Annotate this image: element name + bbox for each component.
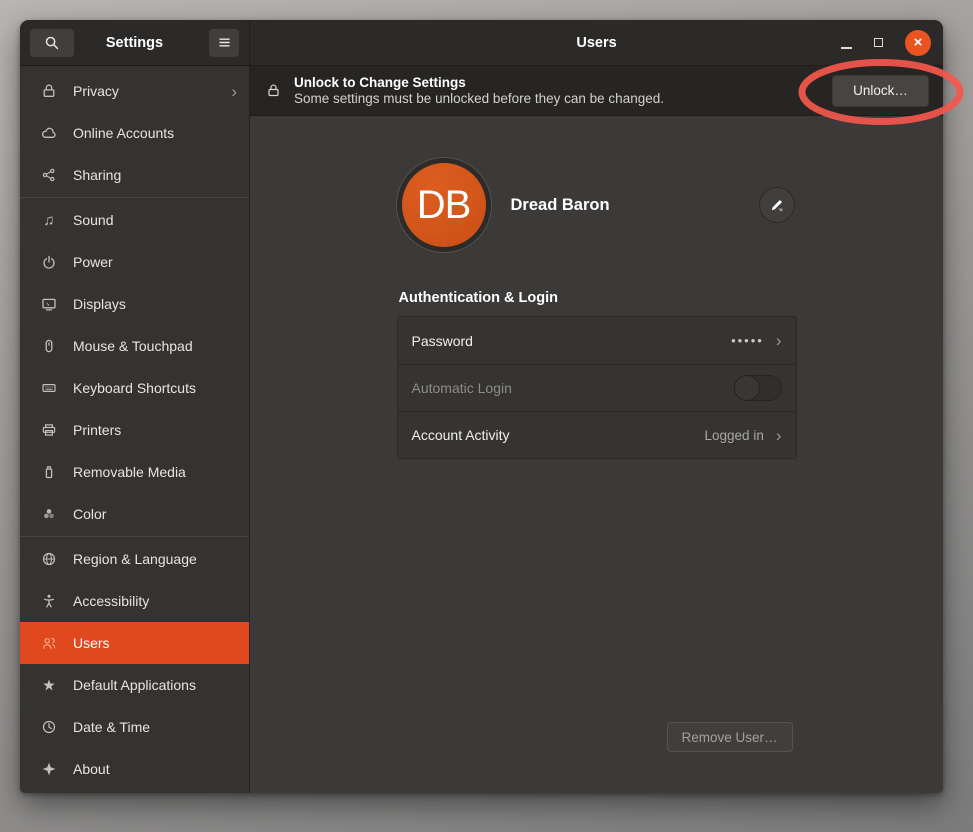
auth-listbox: Password ••••• › Automatic Login Account… (397, 316, 797, 459)
sidebar-separator (20, 197, 249, 198)
sidebar-item-label: Sharing (73, 167, 237, 183)
sidebar-item-privacy[interactable]: Privacy › (20, 70, 249, 112)
sidebar-item-online-accounts[interactable]: Online Accounts (20, 112, 249, 154)
sidebar-item-label: Power (73, 254, 237, 270)
sidebar-item-label: Printers (73, 422, 237, 438)
sidebar-item-power[interactable]: Power (20, 241, 249, 283)
sidebar-item-label: Users (73, 635, 237, 651)
account-activity-row[interactable]: Account Activity Logged in › (398, 411, 796, 458)
globe-icon (40, 550, 58, 568)
banner-title: Unlock to Change Settings (294, 75, 664, 90)
chevron-right-icon: › (776, 332, 782, 349)
music-note-icon: ♫ (40, 211, 58, 229)
printer-icon (40, 421, 58, 439)
content-header: Users × (250, 20, 943, 65)
sidebar-item-label: Region & Language (73, 551, 237, 567)
remove-user-button[interactable]: Remove User… (667, 722, 793, 752)
sidebar-item-about[interactable]: About (20, 748, 249, 790)
headerbar: Settings Users × (20, 20, 943, 66)
minimize-button[interactable] (841, 47, 852, 49)
lock-icon (266, 83, 281, 98)
sidebar-item-color[interactable]: Color (20, 493, 249, 535)
lock-icon (40, 82, 58, 100)
search-icon (44, 35, 60, 51)
sidebar-header: Settings (20, 20, 250, 65)
sidebar-item-removable-media[interactable]: Removable Media (20, 451, 249, 493)
content-column: DB Dread Baron Authentication & Login Pa… (397, 116, 797, 793)
automatic-login-row: Automatic Login (398, 364, 796, 411)
keyboard-icon (40, 379, 58, 397)
sidebar-item-date-time[interactable]: Date & Time (20, 706, 249, 748)
sidebar-item-region-language[interactable]: Region & Language (20, 538, 249, 580)
section-title: Authentication & Login (399, 290, 797, 306)
sidebar-item-keyboard-shortcuts[interactable]: Keyboard Shortcuts (20, 367, 249, 409)
maximize-button[interactable] (874, 38, 883, 47)
automatic-login-toggle[interactable] (734, 375, 782, 401)
chevron-right-icon: › (776, 427, 782, 444)
sidebar-item-label: Keyboard Shortcuts (73, 380, 237, 396)
users-panel: DB Dread Baron Authentication & Login Pa… (250, 116, 943, 793)
color-icon (40, 505, 58, 523)
banner-subtitle: Some settings must be unlocked before th… (294, 91, 664, 106)
users-icon (40, 634, 58, 652)
share-icon (40, 166, 58, 184)
sidebar-item-label: Color (73, 506, 237, 522)
sidebar-item-mouse-touchpad[interactable]: Mouse & Touchpad (20, 325, 249, 367)
power-icon (40, 253, 58, 271)
sidebar: Privacy › Online Accounts Sharing ♫ Soun… (20, 66, 250, 793)
banner-text: Unlock to Change Settings Some settings … (294, 75, 664, 106)
profile-row: DB Dread Baron (397, 116, 797, 252)
sidebar-item-printers[interactable]: Printers (20, 409, 249, 451)
menu-button[interactable] (209, 29, 239, 57)
sidebar-item-users[interactable]: Users (20, 622, 249, 664)
sidebar-item-label: Accessibility (73, 593, 237, 609)
password-dots: ••••• (731, 333, 764, 348)
sidebar-item-label: Date & Time (73, 719, 237, 735)
sidebar-item-displays[interactable]: Displays (20, 283, 249, 325)
row-label: Account Activity (412, 427, 705, 443)
accessibility-icon (40, 592, 58, 610)
sidebar-item-label: Default Applications (73, 677, 237, 693)
chevron-right-icon: › (231, 83, 237, 100)
sidebar-item-label: Sound (73, 212, 237, 228)
page-title: Users (250, 35, 943, 51)
sidebar-item-sharing[interactable]: Sharing (20, 154, 249, 196)
toggle-knob (734, 375, 760, 401)
unlock-button[interactable]: Unlock… (832, 75, 929, 107)
sidebar-item-default-applications[interactable]: Default Applications (20, 664, 249, 706)
password-row[interactable]: Password ••••• › (398, 317, 796, 364)
mouse-icon (40, 337, 58, 355)
star-icon (40, 676, 58, 694)
window-controls: × (841, 30, 931, 56)
row-label: Password (412, 333, 732, 349)
sidebar-item-accessibility[interactable]: Accessibility (20, 580, 249, 622)
sidebar-item-label: Mouse & Touchpad (73, 338, 237, 354)
hamburger-icon (217, 35, 232, 50)
sidebar-separator (20, 536, 249, 537)
sidebar-item-label: Displays (73, 296, 237, 312)
row-label: Automatic Login (412, 380, 734, 396)
sidebar-item-label: Removable Media (73, 464, 237, 480)
search-button[interactable] (30, 29, 74, 57)
display-icon (40, 295, 58, 313)
sparkle-icon (40, 760, 58, 778)
user-name: Dread Baron (511, 196, 610, 215)
sidebar-item-label: Privacy (73, 83, 216, 99)
close-button[interactable]: × (905, 30, 931, 56)
sidebar-item-label: About (73, 761, 237, 777)
edit-avatar-button[interactable] (759, 187, 795, 223)
sidebar-item-sound[interactable]: ♫ Sound (20, 199, 249, 241)
unlock-banner: Unlock to Change Settings Some settings … (250, 66, 943, 116)
sidebar-item-label: Online Accounts (73, 125, 237, 141)
clock-icon (40, 718, 58, 736)
pencil-icon (769, 197, 785, 213)
account-activity-value: Logged in (705, 428, 764, 443)
avatar: DB (397, 158, 491, 252)
removable-media-icon (40, 463, 58, 481)
avatar-initials: DB (417, 183, 471, 228)
settings-window: Settings Users × Privacy › Online Accou (20, 20, 943, 793)
cloud-icon (40, 124, 58, 142)
